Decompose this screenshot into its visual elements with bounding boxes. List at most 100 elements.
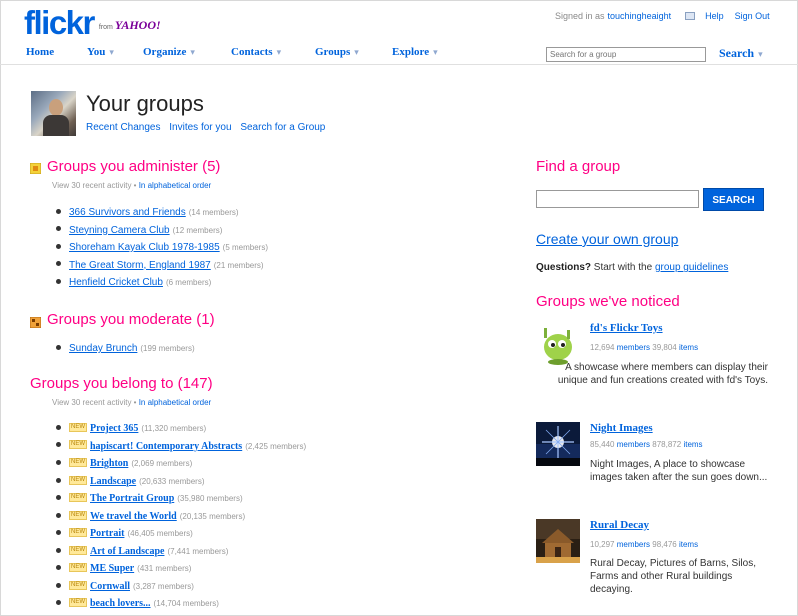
toy-robot-icon bbox=[536, 322, 580, 366]
group-link[interactable]: Sunday Brunch bbox=[69, 343, 137, 354]
find-group-input[interactable] bbox=[536, 190, 699, 208]
bullet-icon bbox=[56, 512, 61, 518]
search-group-link[interactable]: Search for a Group bbox=[240, 122, 325, 133]
member-count: (5 members) bbox=[222, 243, 268, 252]
nav-organize[interactable]: Organize ▾ bbox=[143, 46, 195, 58]
chevron-down-icon[interactable]: ▾ bbox=[758, 49, 763, 59]
noticed-group-link[interactable]: Night Images bbox=[590, 422, 653, 434]
group-link[interactable]: Portrait bbox=[90, 528, 124, 539]
member-count: (20,135 members) bbox=[179, 511, 246, 521]
questions-text: Questions? Start with the group guidelin… bbox=[536, 262, 728, 273]
username-link[interactable]: touchingheaight bbox=[608, 11, 672, 21]
group-link[interactable]: Landscape bbox=[90, 476, 136, 487]
group-link[interactable]: 366 Survivors and Friends bbox=[69, 207, 186, 218]
flickr-logo[interactable]: flickr from YAHOO! bbox=[24, 6, 161, 40]
group-link[interactable]: Project 365 bbox=[90, 423, 138, 434]
list-item: NEW Portrait (46,405 members) bbox=[56, 525, 306, 543]
chevron-down-icon[interactable]: ▾ bbox=[190, 47, 195, 57]
logo-from: from bbox=[98, 24, 113, 31]
fd-toys-thumbnail[interactable] bbox=[536, 322, 580, 366]
group-link[interactable]: Shoreham Kayak Club 1978-1985 bbox=[69, 242, 220, 253]
stat-members-count: 10,297 bbox=[590, 540, 615, 549]
noticed-description: Rural Decay, Pictures of Barns, Silos, F… bbox=[590, 558, 756, 595]
bullet-icon bbox=[56, 600, 61, 606]
members-link[interactable]: members bbox=[617, 343, 650, 352]
list-item: Shoreham Kayak Club 1978-1985 (5 members) bbox=[56, 239, 268, 257]
group-link[interactable]: Brighton bbox=[90, 458, 128, 469]
new-badge: NEW bbox=[69, 580, 87, 590]
new-badge: NEW bbox=[69, 563, 87, 573]
nav-search-button[interactable]: Search ▾ bbox=[719, 46, 763, 61]
items-link[interactable]: items bbox=[683, 440, 702, 449]
invites-link[interactable]: Invites for you bbox=[169, 122, 231, 133]
group-link[interactable]: ME Super bbox=[90, 563, 134, 574]
nav-groups[interactable]: Groups ▾ bbox=[315, 46, 359, 58]
group-link[interactable]: Cornwall bbox=[90, 581, 130, 592]
belong-sort-link[interactable]: In alphabetical order bbox=[139, 398, 212, 407]
nav-explore-label: Explore bbox=[392, 46, 430, 58]
bullet-icon bbox=[56, 582, 61, 588]
sign-out-link[interactable]: Sign Out bbox=[735, 11, 770, 21]
belong-sort-text: View 30 recent activity • bbox=[52, 398, 137, 407]
nav-explore[interactable]: Explore ▾ bbox=[392, 46, 438, 58]
nav-contacts[interactable]: Contacts ▾ bbox=[231, 46, 281, 58]
groups-subnav: Recent Changes Invites for you Search fo… bbox=[86, 122, 331, 133]
create-group-link[interactable]: Create your own group bbox=[536, 231, 678, 247]
group-link[interactable]: We travel the World bbox=[90, 511, 177, 522]
nav-you[interactable]: You ▾ bbox=[87, 46, 114, 58]
recent-changes-link[interactable]: Recent Changes bbox=[86, 122, 161, 133]
items-link[interactable]: items bbox=[679, 540, 698, 549]
stat-items-count: 878,872 bbox=[652, 440, 682, 449]
moderate-list: Sunday Brunch (199 members) bbox=[56, 340, 195, 358]
chevron-down-icon[interactable]: ▾ bbox=[354, 47, 359, 57]
member-count: (20,633 members) bbox=[139, 476, 205, 486]
administer-heading: Groups you administer (5) bbox=[47, 158, 221, 175]
members-link[interactable]: members bbox=[617, 540, 650, 549]
members-link[interactable]: members bbox=[617, 440, 650, 449]
group-link[interactable]: Art of Landscape bbox=[90, 546, 164, 557]
list-item: NEW hapiscart! Contemporary Abstracts (2,4… bbox=[56, 438, 306, 456]
group-guidelines-link[interactable]: group guidelines bbox=[655, 262, 728, 273]
new-badge: NEW bbox=[69, 457, 87, 467]
mail-icon[interactable] bbox=[685, 12, 696, 20]
find-group-search-button[interactable]: SEARCH bbox=[703, 188, 764, 211]
member-count: (21 members) bbox=[213, 260, 264, 270]
noticed-group-link[interactable]: fd's Flickr Toys bbox=[590, 322, 663, 334]
member-count: (431 members) bbox=[137, 564, 192, 574]
chevron-down-icon[interactable]: ▾ bbox=[433, 47, 438, 57]
group-link[interactable]: Steyning Camera Club bbox=[69, 225, 170, 236]
list-item: NEW The Portrait Group (35,980 members) bbox=[56, 490, 306, 508]
administer-list: 366 Survivors and Friends (14 members) St… bbox=[56, 204, 268, 292]
avatar[interactable] bbox=[31, 91, 76, 136]
bullet-icon bbox=[56, 547, 61, 553]
list-item: Henfield Cricket Club (6 members) bbox=[56, 274, 268, 292]
page-title: Your groups bbox=[86, 91, 204, 116]
member-count: (12 members) bbox=[172, 225, 223, 235]
nav-contacts-label: Contacts bbox=[231, 46, 273, 58]
administer-sort-link[interactable]: In alphabetical order bbox=[139, 181, 212, 190]
chevron-down-icon[interactable]: ▾ bbox=[277, 47, 282, 57]
avatar-body bbox=[43, 115, 69, 136]
groups-noticed-heading: Groups we've noticed bbox=[536, 293, 680, 310]
group-link[interactable]: The Portrait Group bbox=[90, 493, 174, 504]
belong-sort: View 30 recent activity • In alphabetica… bbox=[52, 398, 211, 407]
group-search-input[interactable] bbox=[546, 47, 706, 62]
group-link[interactable]: hapiscart! Contemporary Abstracts bbox=[90, 441, 242, 452]
nav-home-label: Home bbox=[26, 46, 55, 58]
bullet-icon bbox=[56, 424, 61, 430]
list-item: NEW Project 365 (11,320 members) bbox=[56, 420, 306, 438]
items-link[interactable]: items bbox=[679, 343, 698, 352]
bullet-icon bbox=[56, 278, 61, 284]
group-link[interactable]: The Great Storm, England 1987 bbox=[69, 260, 211, 271]
admin-crown-icon bbox=[30, 163, 41, 174]
nav-home[interactable]: Home bbox=[26, 46, 54, 58]
help-link[interactable]: Help bbox=[705, 11, 724, 21]
new-badge: NEW bbox=[69, 475, 87, 485]
group-link[interactable]: beach lovers... bbox=[90, 598, 151, 609]
list-item: NEW Art of Landscape (7,441 members) bbox=[56, 543, 306, 561]
chevron-down-icon[interactable]: ▾ bbox=[109, 47, 114, 57]
group-link[interactable]: Henfield Cricket Club bbox=[69, 277, 163, 288]
member-count: (14 members) bbox=[188, 208, 239, 217]
new-badge: NEW bbox=[69, 440, 87, 450]
noticed-group-link[interactable]: Rural Decay bbox=[590, 519, 649, 531]
